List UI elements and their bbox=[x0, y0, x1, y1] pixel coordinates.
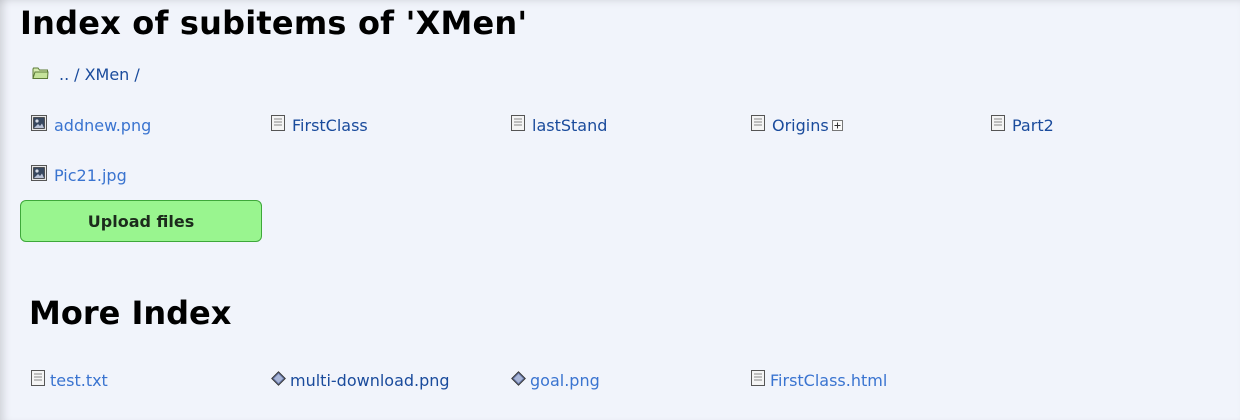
diamond-icon bbox=[511, 370, 526, 390]
folder-icon bbox=[32, 65, 49, 84]
more-item-link-multi-download[interactable]: multi-download.png bbox=[290, 371, 450, 390]
item-link-origins[interactable]: Origins bbox=[772, 116, 829, 135]
list-item: Part2 bbox=[991, 115, 1054, 135]
document-icon bbox=[511, 115, 525, 135]
more-item-link-goal[interactable]: goal.png bbox=[530, 371, 600, 390]
list-item: Origins bbox=[751, 115, 843, 135]
document-icon bbox=[271, 115, 285, 135]
document-icon bbox=[31, 370, 45, 390]
document-icon bbox=[751, 370, 765, 390]
breadcrumb-separator: / bbox=[134, 64, 140, 84]
image-file-icon bbox=[31, 165, 47, 185]
list-item: FirstClass bbox=[271, 115, 368, 135]
item-link-pic21[interactable]: Pic21.jpg bbox=[54, 166, 127, 185]
more-item-link-test-txt[interactable]: test.txt bbox=[50, 371, 108, 390]
list-item: Pic21.jpg bbox=[31, 165, 127, 185]
image-file-icon bbox=[31, 115, 47, 135]
list-item: goal.png bbox=[511, 370, 600, 390]
document-icon bbox=[991, 115, 1005, 135]
document-icon bbox=[751, 115, 765, 135]
diamond-icon bbox=[271, 370, 286, 390]
breadcrumb-separator: / bbox=[74, 64, 80, 84]
breadcrumb-current-link[interactable]: XMen bbox=[85, 65, 130, 84]
page: Index of subitems of 'XMen' .. / XMen / … bbox=[0, 0, 1240, 420]
list-item: test.txt bbox=[31, 370, 108, 390]
item-link-part2[interactable]: Part2 bbox=[1012, 116, 1054, 135]
item-link-laststand[interactable]: lastStand bbox=[532, 116, 607, 135]
item-link-firstclass[interactable]: FirstClass bbox=[292, 116, 368, 135]
list-item: addnew.png bbox=[31, 115, 151, 135]
more-index-heading: More Index bbox=[29, 294, 232, 332]
item-link-addnew[interactable]: addnew.png bbox=[54, 116, 151, 135]
list-item: FirstClass.html bbox=[751, 370, 887, 390]
list-item: multi-download.png bbox=[271, 370, 450, 390]
breadcrumb-parent-link[interactable]: .. bbox=[59, 65, 69, 84]
page-title: Index of subitems of 'XMen' bbox=[20, 4, 528, 42]
breadcrumb: .. / XMen / bbox=[32, 64, 145, 84]
list-item: lastStand bbox=[511, 115, 607, 135]
upload-files-button[interactable]: Upload files bbox=[20, 200, 262, 242]
expand-plus-icon[interactable] bbox=[831, 116, 843, 135]
more-item-link-firstclass-html[interactable]: FirstClass.html bbox=[770, 371, 887, 390]
